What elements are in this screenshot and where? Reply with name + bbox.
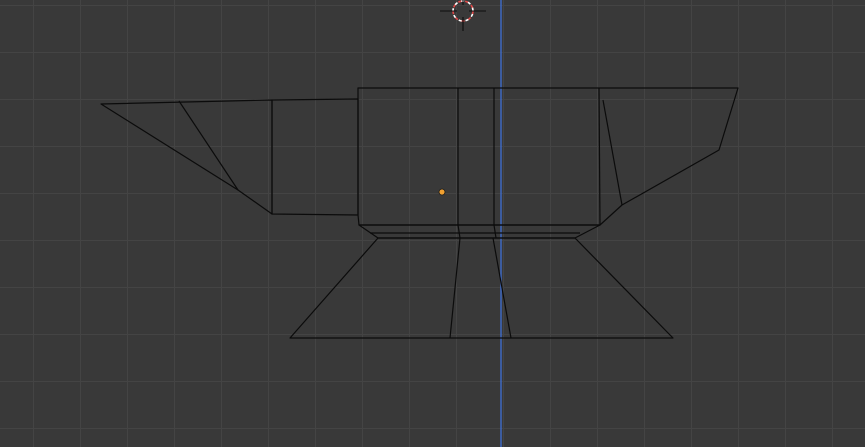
base-edge-1: [449, 237, 461, 339]
base-edge-2: [492, 237, 512, 339]
body-edge-3: [598, 87, 601, 226]
neck-face[interactable]: [271, 98, 359, 216]
base-face[interactable]: [289, 237, 674, 339]
waist-face[interactable]: [358, 224, 601, 239]
horn-inner-edge: [178, 100, 239, 191]
waist-edge-3: [493, 224, 497, 239]
object-origin-dot: [438, 188, 446, 196]
anvil-mesh[interactable]: [100, 87, 739, 339]
3d-viewport[interactable]: [0, 0, 865, 447]
3d-cursor-icon[interactable]: [440, 0, 486, 31]
viewport-canvas[interactable]: [0, 0, 865, 447]
body-face[interactable]: [357, 87, 739, 226]
waist-edge-2: [457, 224, 461, 239]
heel-edge: [602, 99, 623, 206]
horn-face[interactable]: [100, 99, 273, 215]
